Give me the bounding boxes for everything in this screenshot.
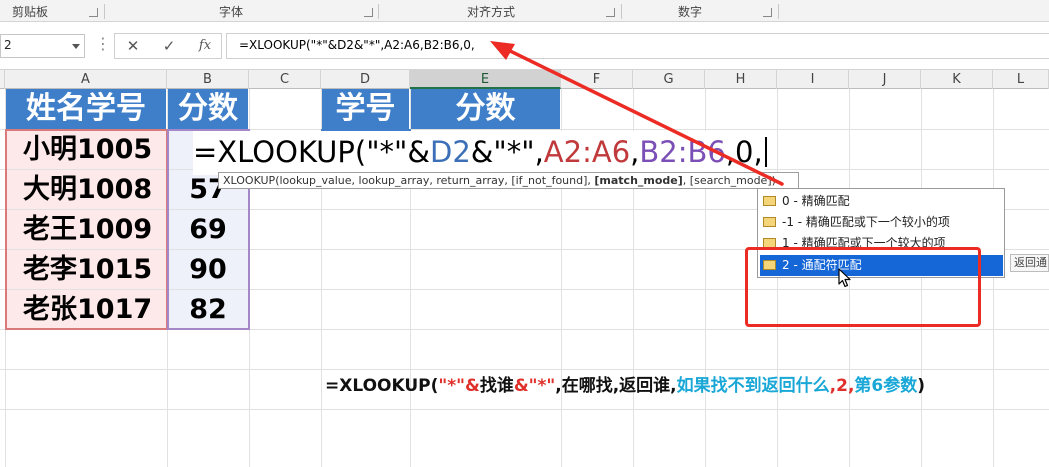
note-part: 2 (836, 376, 848, 396)
mouse-cursor-icon (838, 268, 851, 288)
note-part: ,在哪找,返回谁, (555, 376, 677, 396)
note-part: ) (917, 376, 926, 396)
note-part: 第6参数 (854, 376, 918, 396)
annotation-arrow-icon (490, 41, 784, 186)
note-part: =XLOOKUP( (325, 376, 439, 396)
note-part: 如果找不到返回什么 (676, 376, 830, 396)
note-part: "*"& (438, 376, 480, 396)
explanation-note: =XLOOKUP("*"&找谁&"*",在哪找,返回谁,如果找不到返回什么,2,… (325, 371, 925, 396)
note-part: &"*" (513, 376, 556, 396)
note-part: 找谁 (479, 376, 514, 396)
